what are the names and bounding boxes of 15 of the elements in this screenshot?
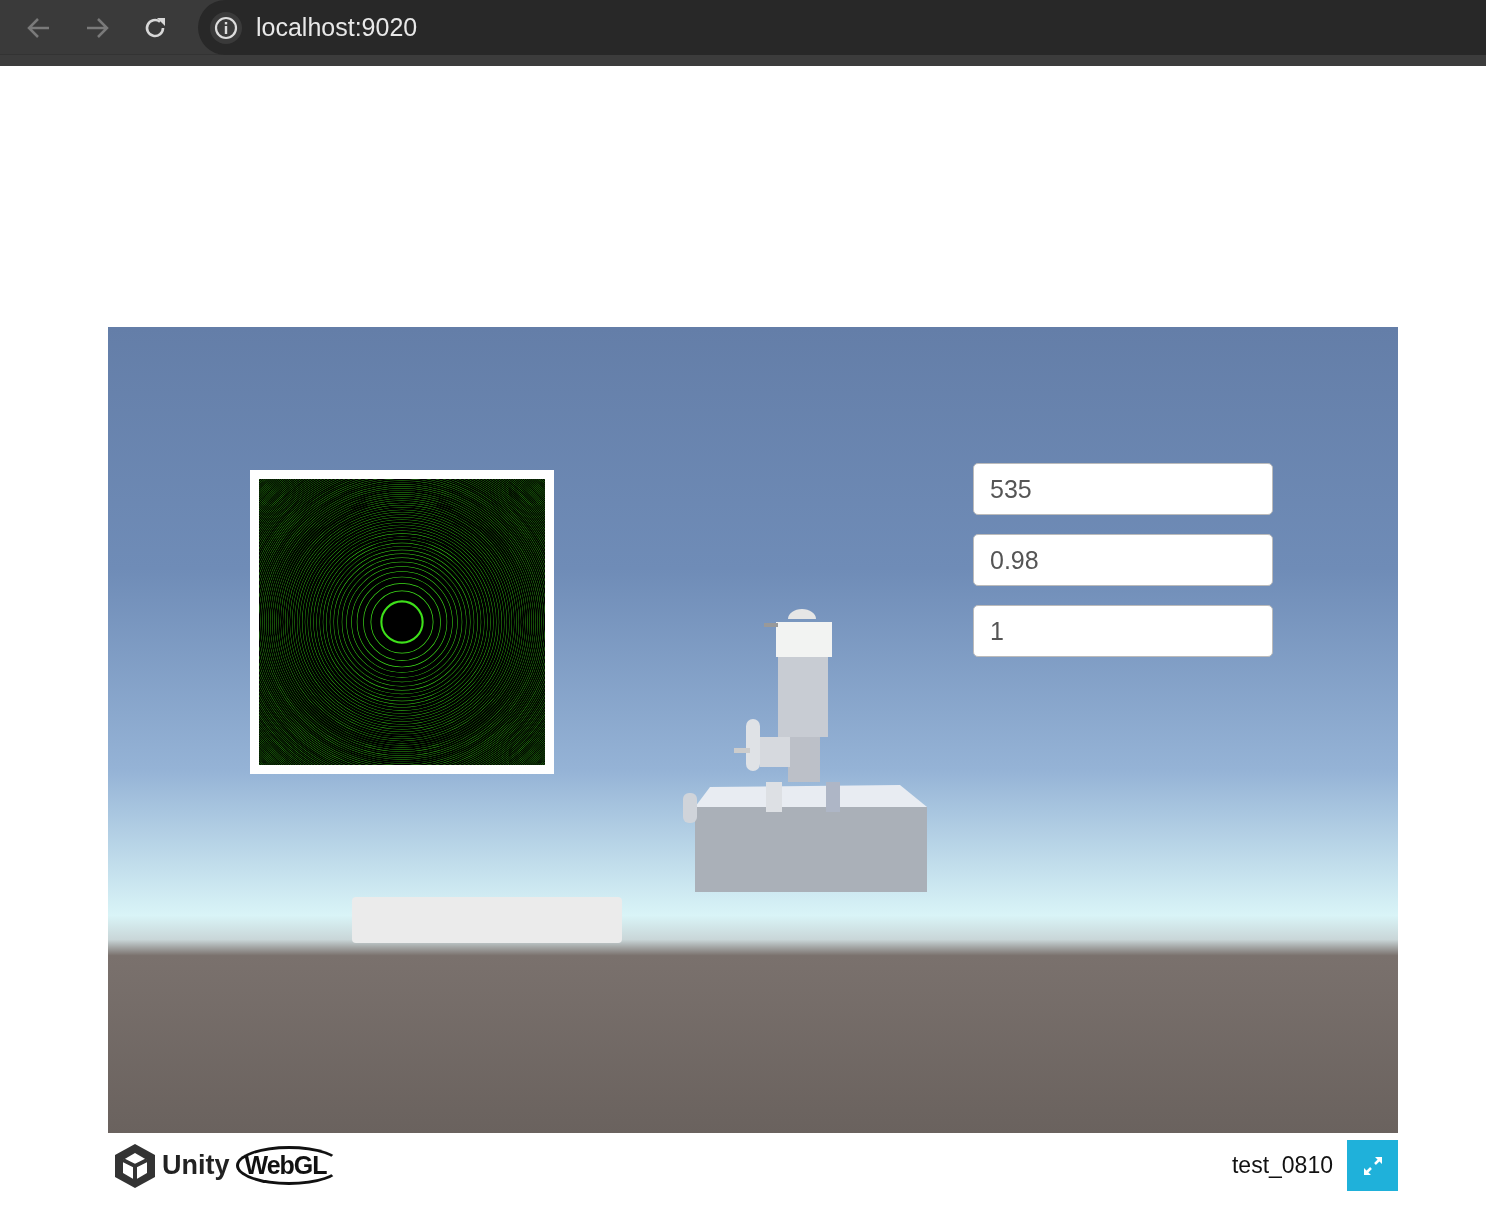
site-info-button[interactable]	[210, 11, 242, 44]
logo-text: Unity	[162, 1150, 230, 1181]
info-icon	[214, 15, 238, 40]
input-field[interactable]: 0.98	[973, 534, 1273, 586]
address-bar[interactable]: localhost:9020	[198, 0, 1486, 55]
cube-logo-icon	[114, 1142, 156, 1189]
back-arrow-icon	[27, 16, 51, 39]
input-field[interactable]: 1	[973, 605, 1273, 657]
input-field[interactable]: 535	[973, 463, 1273, 515]
reload-icon	[143, 15, 167, 40]
3d-scene-view[interactable]: 535 0.98 1	[108, 327, 1398, 1133]
build-title: test_0810	[1231, 1152, 1333, 1179]
fullscreen-button[interactable]	[1347, 1140, 1398, 1191]
url-text: localhost:9020	[256, 13, 418, 42]
forward-arrow-icon	[85, 16, 109, 39]
